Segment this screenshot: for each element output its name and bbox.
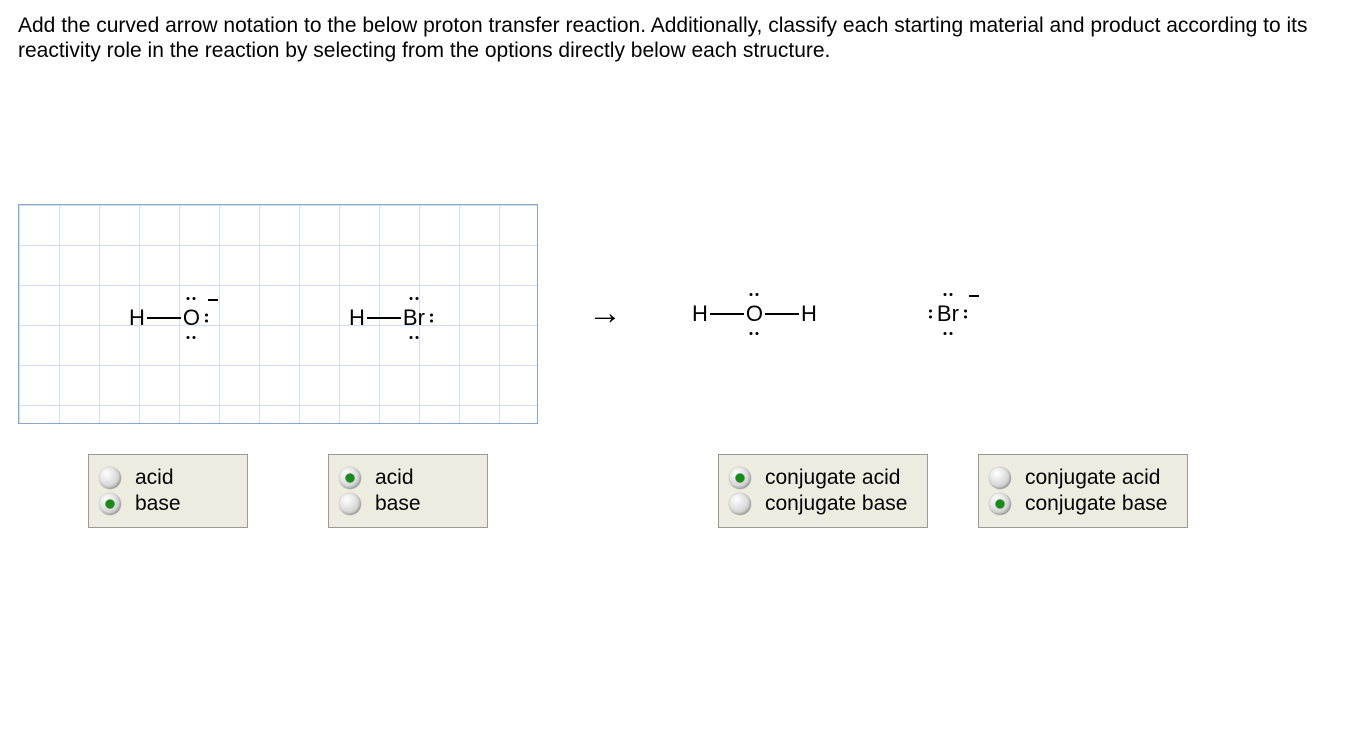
- option-label: conjugate base: [1025, 493, 1167, 515]
- radio-icon[interactable]: [729, 493, 751, 515]
- lone-pair: [430, 313, 433, 322]
- atom-o: O: [183, 305, 200, 331]
- lone-pair: [750, 293, 759, 296]
- atom-h: H: [801, 301, 817, 327]
- negative-charge: [969, 295, 979, 297]
- option-conjugate-base[interactable]: conjugate base: [729, 493, 909, 515]
- option-base[interactable]: base: [339, 493, 469, 515]
- radio-icon[interactable]: [99, 493, 121, 515]
- drawing-canvas[interactable]: H O H Br: [18, 204, 538, 424]
- lone-pair: [205, 313, 208, 322]
- option-conjugate-acid[interactable]: conjugate acid: [729, 467, 909, 489]
- radio-icon[interactable]: [339, 467, 361, 489]
- option-label: acid: [135, 467, 174, 489]
- reaction-arrow-icon: →: [588, 294, 622, 333]
- reaction-row: H O H Br → H: [18, 204, 1338, 424]
- option-label: base: [135, 493, 181, 515]
- option-group-2: acid base: [328, 454, 488, 528]
- bond: [765, 313, 799, 315]
- lone-pair: [964, 309, 967, 318]
- atom-o: O: [746, 301, 763, 327]
- option-label: acid: [375, 467, 414, 489]
- atom-h: H: [129, 305, 145, 331]
- atom-h: H: [692, 301, 708, 327]
- option-label: conjugate acid: [765, 467, 900, 489]
- option-acid[interactable]: acid: [99, 467, 229, 489]
- option-group-3: conjugate acid conjugate base: [718, 454, 928, 528]
- option-row: acid base acid base conjugate acid conju…: [18, 454, 1338, 528]
- product-water: H O H: [692, 301, 817, 327]
- option-base[interactable]: base: [99, 493, 229, 515]
- radio-icon[interactable]: [729, 467, 751, 489]
- option-group-1: acid base: [88, 454, 248, 528]
- lone-pair: [929, 309, 932, 318]
- bond: [710, 313, 744, 315]
- option-acid[interactable]: acid: [339, 467, 469, 489]
- reactant-hydroxide[interactable]: H O: [129, 305, 200, 331]
- atom-br: Br: [403, 305, 425, 331]
- radio-icon[interactable]: [339, 493, 361, 515]
- bond: [147, 317, 181, 319]
- option-label: conjugate acid: [1025, 467, 1160, 489]
- option-label: base: [375, 493, 421, 515]
- option-label: conjugate base: [765, 493, 907, 515]
- radio-icon[interactable]: [989, 467, 1011, 489]
- atom-br: Br: [937, 301, 959, 327]
- option-group-4: conjugate acid conjugate base: [978, 454, 1188, 528]
- option-conjugate-base[interactable]: conjugate base: [989, 493, 1169, 515]
- option-conjugate-acid[interactable]: conjugate acid: [989, 467, 1169, 489]
- bond: [367, 317, 401, 319]
- product-bromide: Br: [937, 301, 959, 327]
- lone-pair: [409, 297, 418, 300]
- lone-pair: [943, 293, 952, 296]
- lone-pair: [187, 297, 196, 300]
- radio-icon[interactable]: [989, 493, 1011, 515]
- lone-pair: [943, 332, 952, 335]
- lone-pair: [187, 336, 196, 339]
- radio-icon[interactable]: [99, 467, 121, 489]
- reactant-hbr[interactable]: H Br: [349, 305, 425, 331]
- question-text: Add the curved arrow notation to the bel…: [18, 14, 1338, 64]
- lone-pair: [409, 336, 418, 339]
- products: H O H Br: [692, 301, 959, 327]
- atom-h: H: [349, 305, 365, 331]
- lone-pair: [750, 332, 759, 335]
- negative-charge: [208, 299, 218, 301]
